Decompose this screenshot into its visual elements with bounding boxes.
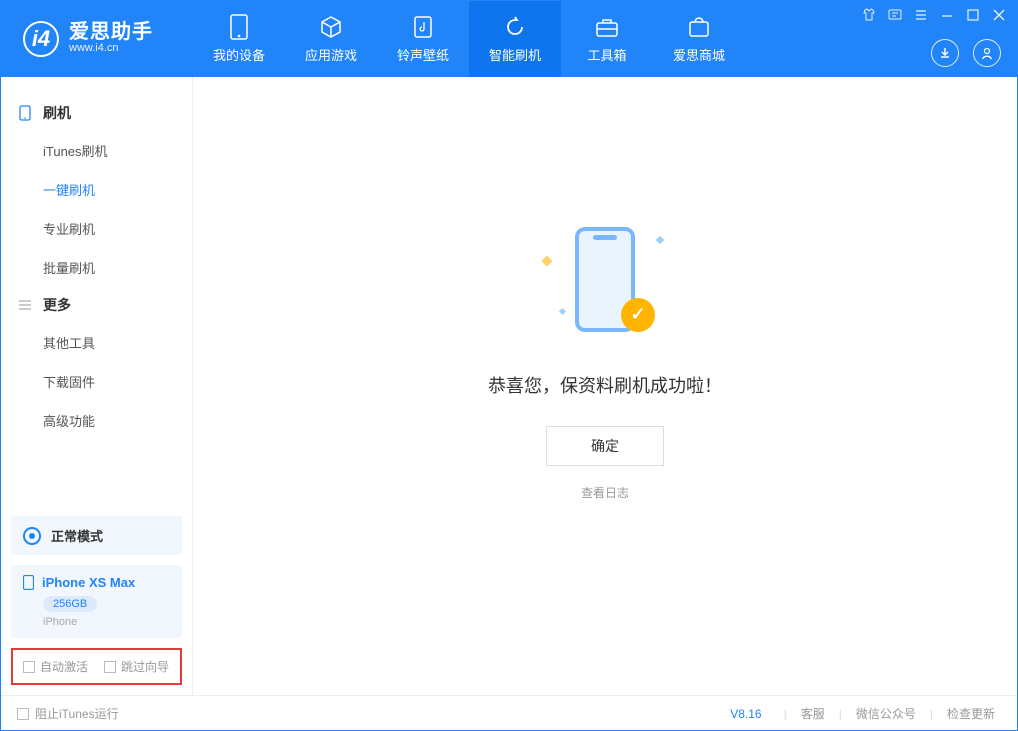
main: 刷机 iTunes刷机 一键刷机 专业刷机 批量刷机 更多 其他工具 下载固件 … <box>1 77 1017 695</box>
window-controls <box>861 7 1007 23</box>
checkbox-skip-guide[interactable]: 跳过向导 <box>104 658 169 675</box>
phone-icon <box>23 575 34 590</box>
sidebar-item-batch-flash[interactable]: 批量刷机 <box>1 248 192 287</box>
success-illustration: ✓ <box>535 222 675 342</box>
user-button[interactable] <box>973 39 1001 67</box>
nav-tab-label: 爱思商城 <box>673 45 725 64</box>
logo-area: i4 爱思助手 www.i4.cn <box>1 21 193 57</box>
logo-icon: i4 <box>23 21 59 57</box>
mode-label: 正常模式 <box>51 526 103 545</box>
nav-tab-device[interactable]: 我的设备 <box>193 1 285 77</box>
list-icon <box>17 299 33 311</box>
spark-icon <box>541 255 552 266</box>
spark-icon <box>656 235 664 243</box>
nav-tab-apps[interactable]: 应用游戏 <box>285 1 377 77</box>
checkbox-label: 自动激活 <box>40 658 88 675</box>
ok-button[interactable]: 确定 <box>546 426 664 466</box>
sidebar-group-more[interactable]: 更多 <box>1 287 192 323</box>
sidebar-item-pro-flash[interactable]: 专业刷机 <box>1 209 192 248</box>
footer-link-update[interactable]: 检查更新 <box>941 705 1001 722</box>
header: i4 爱思助手 www.i4.cn 我的设备 应用游戏 铃声壁纸 智能刷机 工具… <box>1 1 1017 77</box>
success-message: 恭喜您，保资料刷机成功啦！ <box>488 372 722 398</box>
sidebar-group-flash[interactable]: 刷机 <box>1 95 192 131</box>
nav-tab-store[interactable]: 爱思商城 <box>653 1 745 77</box>
sidebar-item-advanced[interactable]: 高级功能 <box>1 401 192 440</box>
sidebar-item-oneclick-flash[interactable]: 一键刷机 <box>1 170 192 209</box>
device-name: iPhone XS Max <box>23 575 170 590</box>
device-type: iPhone <box>43 616 170 628</box>
nav-tab-label: 铃声壁纸 <box>397 45 449 64</box>
nav-tab-flash[interactable]: 智能刷机 <box>469 1 561 77</box>
content-area: ✓ 恭喜您，保资料刷机成功啦！ 确定 查看日志 <box>193 77 1017 695</box>
footer-left: 阻止iTunes运行 <box>17 705 119 722</box>
header-actions <box>931 39 1001 67</box>
checkbox-icon <box>17 708 29 720</box>
cube-icon <box>318 14 344 40</box>
footer-link-support[interactable]: 客服 <box>795 705 831 722</box>
spark-icon <box>559 307 566 314</box>
checkbox-icon <box>23 661 35 673</box>
device-card[interactable]: iPhone XS Max 256GB iPhone <box>11 565 182 638</box>
menu-icon[interactable] <box>913 7 929 23</box>
sidebar: 刷机 iTunes刷机 一键刷机 专业刷机 批量刷机 更多 其他工具 下载固件 … <box>1 77 193 695</box>
mode-chip[interactable]: 正常模式 <box>11 516 182 555</box>
app-name: 爱思助手 <box>69 22 153 42</box>
sidebar-group-label: 更多 <box>43 295 71 315</box>
nav-tabs: 我的设备 应用游戏 铃声壁纸 智能刷机 工具箱 爱思商城 <box>193 1 745 77</box>
sidebar-item-itunes-flash[interactable]: iTunes刷机 <box>1 131 192 170</box>
refresh-icon <box>502 14 528 40</box>
sidebar-group-label: 刷机 <box>43 103 71 123</box>
checkbox-label: 阻止iTunes运行 <box>35 705 119 722</box>
version-label: V8.16 <box>730 707 761 721</box>
music-note-icon <box>410 14 436 40</box>
footer-right: V8.16 | 客服 | 微信公众号 | 检查更新 <box>730 705 1001 722</box>
app-url: www.i4.cn <box>69 42 153 55</box>
footer-link-wechat[interactable]: 微信公众号 <box>850 705 922 722</box>
nav-tab-toolbox[interactable]: 工具箱 <box>561 1 653 77</box>
download-button[interactable] <box>931 39 959 67</box>
checkbox-stop-itunes[interactable]: 阻止iTunes运行 <box>17 705 119 722</box>
sidebar-item-other-tools[interactable]: 其他工具 <box>1 323 192 362</box>
view-log-link[interactable]: 查看日志 <box>581 484 629 501</box>
logo-text: 爱思助手 www.i4.cn <box>69 22 153 55</box>
shirt-icon[interactable] <box>861 7 877 23</box>
checkmark-icon: ✓ <box>621 298 655 332</box>
mode-icon <box>23 527 41 545</box>
cart-icon <box>686 14 712 40</box>
nav-tab-label: 工具箱 <box>587 45 626 64</box>
toolbox-icon <box>594 14 620 40</box>
device-icon <box>17 105 33 121</box>
nav-tab-label: 应用游戏 <box>305 45 357 64</box>
device-capacity: 256GB <box>43 596 97 612</box>
checkbox-label: 跳过向导 <box>121 658 169 675</box>
checkbox-icon <box>104 661 116 673</box>
footer: 阻止iTunes运行 V8.16 | 客服 | 微信公众号 | 检查更新 <box>1 695 1017 731</box>
close-button[interactable] <box>991 7 1007 23</box>
nav-tab-label: 我的设备 <box>213 45 265 64</box>
nav-tab-media[interactable]: 铃声壁纸 <box>377 1 469 77</box>
minimize-button[interactable] <box>939 7 955 23</box>
feedback-icon[interactable] <box>887 7 903 23</box>
phone-icon <box>226 14 252 40</box>
checkbox-auto-activate[interactable]: 自动激活 <box>23 658 88 675</box>
nav-tab-label: 智能刷机 <box>489 45 541 64</box>
checkbox-row-highlighted: 自动激活 跳过向导 <box>11 648 182 685</box>
maximize-button[interactable] <box>965 7 981 23</box>
sidebar-item-download-firmware[interactable]: 下载固件 <box>1 362 192 401</box>
